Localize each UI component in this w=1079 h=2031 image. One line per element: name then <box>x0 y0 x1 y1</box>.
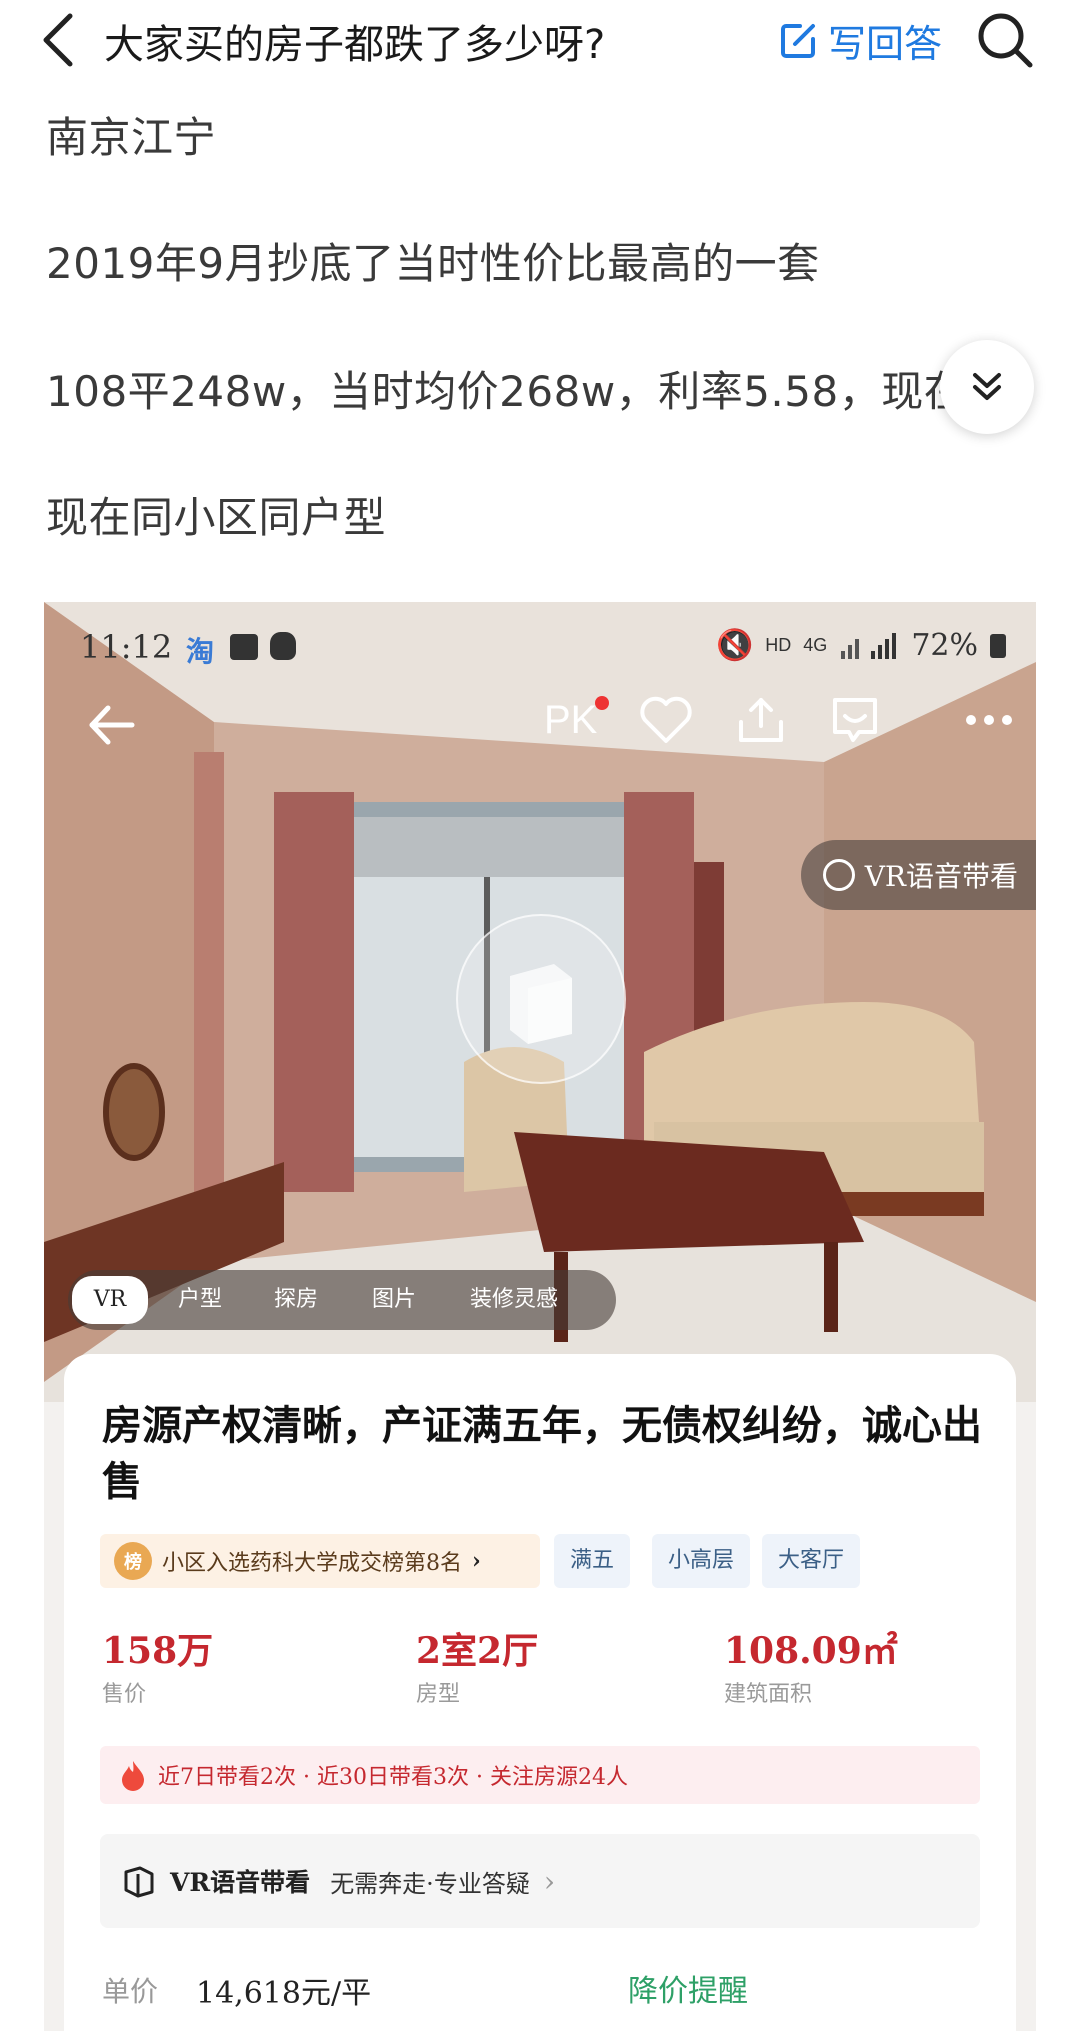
living-room-photo[interactable]: 11:12 淘 🔇 HD 4G 72% PK VR语音带看 VR 户型 探房 图… <box>44 602 1036 1402</box>
tab-decor-ideas[interactable]: 装修灵感 <box>470 1280 558 1320</box>
notification-dot <box>595 695 610 710</box>
taobao-icon: 淘 <box>186 635 215 668</box>
rank-badge[interactable]: 榜 小区入选药科大学成交榜第8名 › <box>100 1534 540 1588</box>
tab-floorplan[interactable]: 户型 <box>178 1280 222 1320</box>
fire-icon <box>122 1761 144 1791</box>
battery-level: 72% <box>911 628 978 663</box>
heart-icon[interactable] <box>639 695 693 745</box>
vr-play-button[interactable] <box>456 914 626 1084</box>
tag-item: 大客厅 <box>762 1534 861 1588</box>
signal-icon <box>841 632 897 659</box>
back-button[interactable] <box>36 10 86 70</box>
vr-voice-guide-pill[interactable]: VR语音带看 <box>800 840 1036 910</box>
vr-guide-icon <box>822 859 855 891</box>
tab-visit[interactable]: 探房 <box>274 1280 318 1320</box>
rank-badge-icon: 榜 <box>114 1542 152 1580</box>
tag-item: 满五 <box>554 1534 631 1588</box>
gallery-icon <box>230 634 258 660</box>
hd-label: HD <box>765 635 792 655</box>
status-time: 11:12 <box>80 628 173 666</box>
activity-text: 近7日带看2次 · 近30日带看3次 · 关注房源24人 <box>158 1765 628 1790</box>
listing-card: 房源产权清晰，产证满五年，无债权纠纷，诚心出售 榜 小区入选药科大学成交榜第8名… <box>64 1354 1016 2031</box>
write-answer-button[interactable]: 写回答 <box>780 14 942 66</box>
message-icon[interactable] <box>829 694 881 746</box>
vr-cube-icon <box>510 964 572 1044</box>
answer-paragraph: 108平248w，当时均价268w，利率5.58，现在 <box>46 367 967 416</box>
stat-price-label: 售价 <box>102 1682 147 1707</box>
answer-paragraph: 2019年9月抄底了当时性价比最高的一套 <box>46 239 820 288</box>
unit-price-value: 14,618元/平 <box>196 1976 372 2011</box>
tab-vr[interactable]: VR <box>72 1276 148 1324</box>
answer-paragraph: 现在同小区同户型 <box>46 493 387 542</box>
rank-badge-text: 小区入选药科大学成交榜第8名 <box>162 1551 462 1576</box>
media-tabs: VR 户型 探房 图片 装修灵感 <box>68 1270 616 1330</box>
share-icon[interactable] <box>735 694 787 746</box>
vr-guide-label: VR语音带看 <box>864 860 1018 893</box>
stat-area-label: 建筑面积 <box>724 1682 813 1707</box>
vr-row-subtitle: 无需奔走·专业答疑 <box>330 1869 530 1898</box>
stat-price-value: 158万 <box>102 1630 214 1672</box>
status-bar-right: 🔇 HD 4G 72% <box>716 628 1006 663</box>
vr-voice-guide-row[interactable]: VR语音带看 无需奔走·专业答疑 › <box>100 1834 980 1928</box>
stat-area-value: 108.09㎡ <box>724 1630 898 1672</box>
stat-layout-label: 房型 <box>416 1682 461 1707</box>
embedded-screenshot[interactable]: 11:12 淘 🔇 HD 4G 72% PK VR语音带看 VR 户型 探房 图… <box>44 602 1036 2031</box>
activity-banner: 近7日带看2次 · 近30日带看3次 · 关注房源24人 <box>100 1746 980 1804</box>
expand-button[interactable] <box>940 340 1034 434</box>
edit-icon <box>781 24 815 58</box>
vr-cube-icon <box>124 1866 154 1898</box>
app-back-button[interactable] <box>86 700 136 750</box>
question-title[interactable]: 大家买的房子都跌了多少呀? <box>104 12 605 70</box>
listing-title: 房源产权清晰，产证满五年，无债权纠纷，诚心出售 <box>102 1402 982 1505</box>
search-icon <box>978 13 1033 68</box>
unit-price-label: 单价 <box>102 1975 159 2008</box>
price-alert-button[interactable]: 降价提醒 <box>628 1966 748 2010</box>
battery-icon <box>990 633 1006 658</box>
answer-paragraph: 南京江宁 <box>46 113 217 162</box>
search-button[interactable] <box>975 10 1035 70</box>
pk-label: PK <box>544 697 598 742</box>
double-chevron-down-icon <box>973 373 1001 400</box>
chevron-left-icon <box>43 13 73 67</box>
stat-layout-value: 2室2厅 <box>416 1630 539 1672</box>
network-type-label: 4G <box>803 635 828 655</box>
top-bar: 大家买的房子都跌了多少呀? 写回答 <box>0 0 1079 80</box>
chevron-right-icon: › <box>543 1864 556 1898</box>
arrow-left-icon <box>89 705 135 745</box>
app-nav-actions: PK <box>544 694 1015 746</box>
write-answer-label: 写回答 <box>828 21 943 66</box>
app-mascot-icon <box>270 632 296 660</box>
vr-row-title: VR语音带看 <box>170 1868 311 1897</box>
mute-icon: 🔇 <box>715 628 754 663</box>
tab-photos[interactable]: 图片 <box>372 1280 416 1320</box>
chevron-right-icon: › <box>472 1548 481 1574</box>
more-icon[interactable] <box>963 710 1015 730</box>
tag-item: 小高层 <box>652 1534 751 1588</box>
pk-button[interactable]: PK <box>544 695 610 743</box>
